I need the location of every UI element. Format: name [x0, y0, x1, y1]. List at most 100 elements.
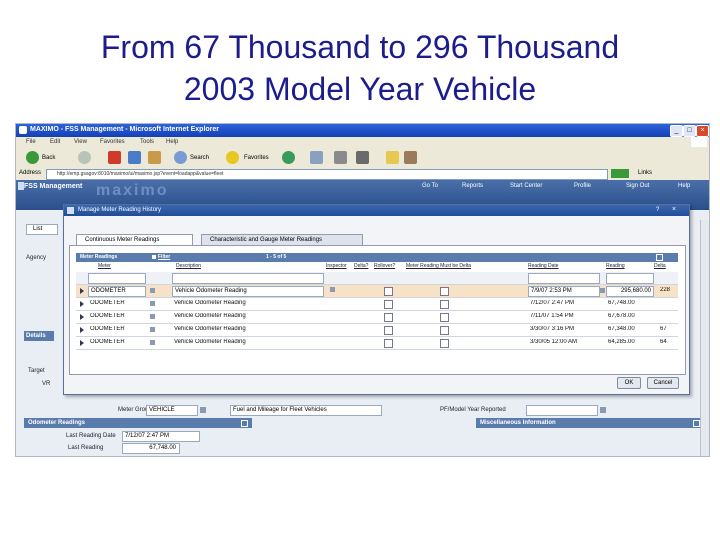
table-title: Meter Readings [80, 254, 118, 260]
table-row[interactable]: ODOMETER Vehicle Odometer Reading 7/12/0… [76, 298, 678, 311]
forward-icon[interactable] [78, 151, 91, 164]
mail-icon[interactable] [310, 151, 323, 164]
maximize-button[interactable]: □ [683, 125, 696, 137]
pf-model-year-field[interactable] [526, 405, 598, 416]
table-row[interactable]: ODOMETER Vehicle Odometer Reading 3/30/0… [76, 324, 678, 337]
rollover-checkbox[interactable] [384, 339, 393, 348]
cancel-button[interactable]: Cancel [647, 377, 679, 389]
refresh-icon[interactable] [128, 151, 141, 164]
filter-link[interactable]: Filter [158, 254, 170, 260]
filter-reading-date-input[interactable] [528, 273, 600, 284]
links-label[interactable]: Links [638, 170, 652, 176]
must-be-delta-checkbox[interactable] [440, 326, 449, 335]
messenger-icon[interactable] [404, 151, 417, 164]
row-expand-icon[interactable] [80, 288, 84, 294]
collapse-icon[interactable] [693, 420, 700, 427]
row-expand-icon[interactable] [80, 314, 84, 320]
scrollbar[interactable] [700, 220, 709, 456]
must-be-delta-checkbox[interactable] [440, 313, 449, 322]
folder-icon[interactable] [386, 151, 399, 164]
vr-label: VR [42, 381, 51, 387]
rollover-checkbox[interactable] [384, 326, 393, 335]
table-row[interactable]: ODOMETER Vehicle Odometer Reading 3/30/0… [76, 337, 678, 350]
search-icon[interactable] [174, 151, 187, 164]
row-description-field[interactable]: Vehicle Odometer Reading [172, 286, 324, 297]
back-label[interactable]: Back [42, 155, 55, 161]
meter-lookup-icon[interactable] [150, 288, 155, 293]
col-inspector[interactable]: Inspector [326, 263, 347, 272]
collapse-icon[interactable] [241, 420, 248, 427]
menu-edit[interactable]: Edit [50, 139, 60, 145]
search-label[interactable]: Search [190, 155, 209, 161]
row-reading-date-field[interactable]: 7/9/07 2:53 PM [528, 286, 600, 297]
must-be-delta-checkbox[interactable] [440, 300, 449, 309]
address-input[interactable]: http://emp.gsagov:8010/maximo/ui/maximo.… [46, 169, 608, 180]
filter-icon[interactable] [152, 255, 156, 259]
row-expand-icon[interactable] [80, 301, 84, 307]
favorites-icon[interactable] [226, 151, 239, 164]
nav-reports[interactable]: Reports [462, 183, 483, 189]
nav-goto[interactable]: Go To [422, 183, 438, 189]
col-description[interactable]: Description [176, 263, 201, 272]
row-reading-field[interactable]: 295,680.00 [606, 286, 654, 297]
menu-file[interactable]: File [26, 139, 36, 145]
list-tab[interactable]: List [26, 224, 58, 235]
nav-help[interactable]: Help [678, 183, 690, 189]
menu-favorites[interactable]: Favorites [100, 139, 125, 145]
edit-icon[interactable] [356, 151, 369, 164]
help-icon[interactable]: ? [656, 207, 659, 213]
table-row[interactable]: ODOMETER Vehicle Odometer Reading 7/11/0… [76, 311, 678, 324]
must-be-delta-checkbox[interactable] [440, 339, 449, 348]
menu-tools[interactable]: Tools [140, 139, 154, 145]
meter-lookup-icon[interactable] [150, 301, 155, 306]
row-meter-field[interactable]: ODOMETER [88, 286, 146, 297]
col-meter[interactable]: Meter [98, 263, 111, 272]
last-reading-date-value: 7/12/07 2:47 PM [125, 433, 170, 439]
row-expand-icon[interactable] [80, 327, 84, 333]
dialog-close-icon[interactable]: × [672, 206, 676, 213]
col-delta-flag[interactable]: Delta? [354, 263, 368, 272]
menu-view[interactable]: View [74, 139, 87, 145]
col-must-be-delta[interactable]: Meter Reading Must be Delta [406, 263, 471, 272]
rollover-checkbox[interactable] [384, 300, 393, 309]
nav-start-center[interactable]: Start Center [510, 183, 542, 189]
calendar-icon[interactable] [600, 288, 605, 293]
print-icon[interactable] [334, 151, 347, 164]
rollover-checkbox[interactable] [384, 287, 393, 296]
col-reading-date[interactable]: Reading Date [528, 263, 559, 272]
meter-group-field[interactable]: VEHICLE [146, 405, 198, 416]
col-delta[interactable]: Delta [654, 263, 666, 272]
download-icon[interactable] [656, 254, 663, 261]
go-button[interactable] [611, 169, 629, 178]
must-be-delta-checkbox[interactable] [440, 287, 449, 296]
history-icon[interactable] [282, 151, 295, 164]
meter-lookup-icon[interactable] [150, 314, 155, 319]
ok-button[interactable]: OK [617, 377, 641, 389]
rollover-checkbox[interactable] [384, 313, 393, 322]
inspector-lookup-icon[interactable] [330, 287, 335, 292]
stop-icon[interactable] [108, 151, 121, 164]
filter-reading-input[interactable] [606, 273, 654, 284]
row-expand-icon[interactable] [80, 340, 84, 346]
meter-group-lookup-icon[interactable] [200, 407, 206, 413]
close-button[interactable]: × [696, 125, 709, 137]
col-reading[interactable]: Reading [606, 263, 625, 272]
meter-group-desc-field: Fuel and Mileage for Fleet Vehicles [230, 405, 382, 416]
last-reading-date-field: 7/12/07 2:47 PM [122, 431, 200, 442]
filter-meter-input[interactable] [88, 273, 146, 284]
nav-profile[interactable]: Profile [574, 183, 591, 189]
favorites-label[interactable]: Favorites [244, 155, 269, 161]
filter-description-input[interactable] [172, 273, 324, 284]
pf-model-year-lookup-icon[interactable] [600, 407, 606, 413]
nav-sign-out[interactable]: Sign Out [626, 183, 649, 189]
back-icon[interactable] [26, 151, 39, 164]
minimize-button[interactable]: _ [670, 125, 683, 137]
meter-lookup-icon[interactable] [150, 327, 155, 332]
meter-group-desc: Fuel and Mileage for Fleet Vehicles [233, 407, 327, 413]
home-icon[interactable] [148, 151, 161, 164]
menu-help[interactable]: Help [166, 139, 178, 145]
table-row[interactable]: ODOMETER Vehicle Odometer Reading 7/9/07… [76, 285, 678, 298]
meter-lookup-icon[interactable] [150, 340, 155, 345]
col-rollover[interactable]: Rollover? [374, 263, 395, 272]
row-meter: ODOMETER [90, 339, 125, 345]
